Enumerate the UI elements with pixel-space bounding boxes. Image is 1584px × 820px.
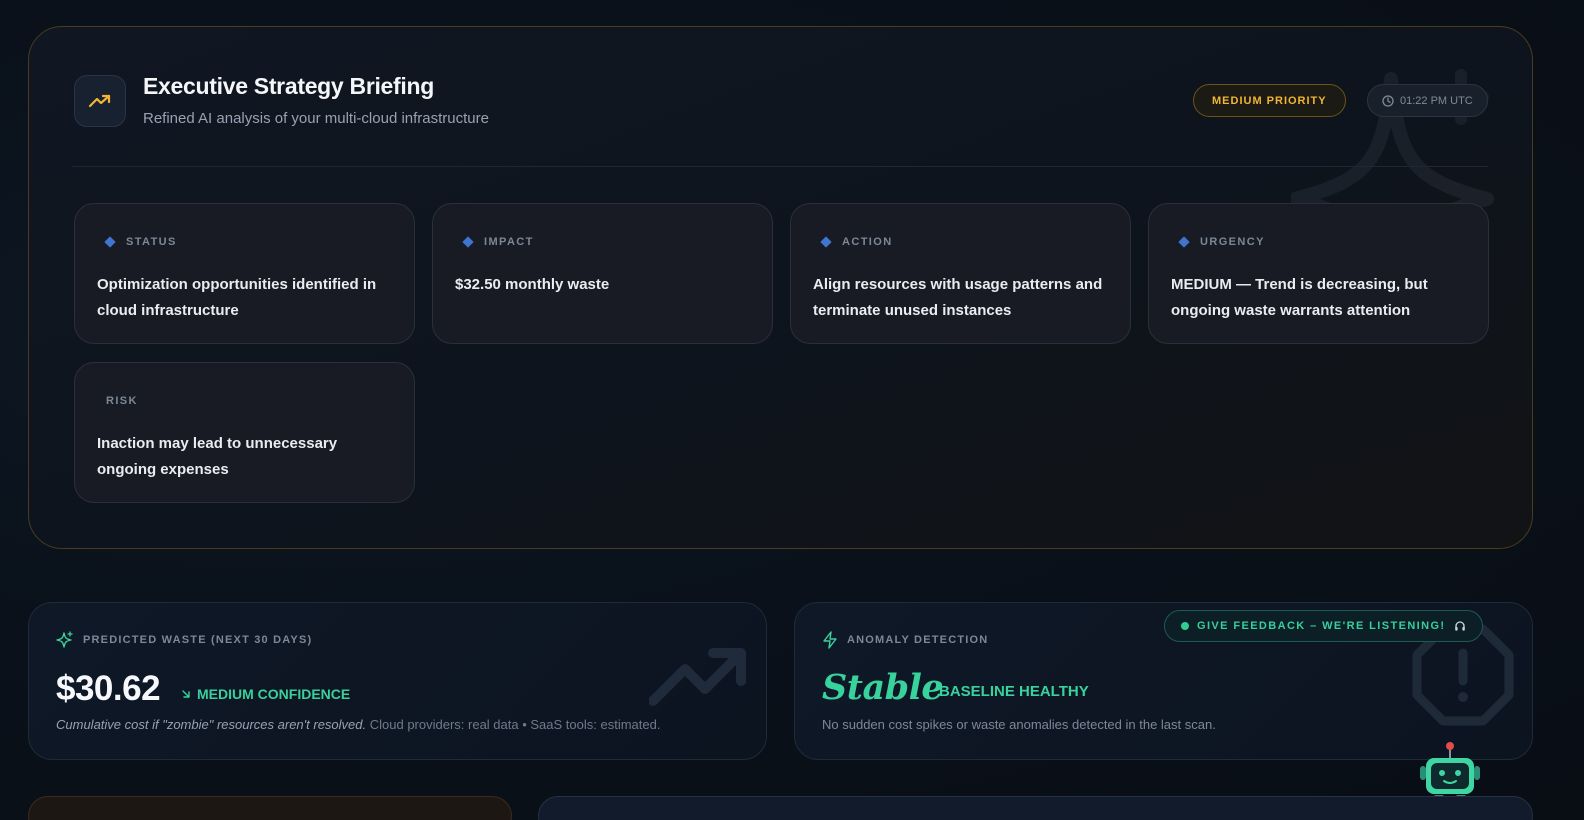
card-text: $32.50 monthly waste xyxy=(455,276,610,293)
waste-note: Cumulative cost if "zombie" resources ar… xyxy=(56,717,660,732)
headphones-icon xyxy=(1454,621,1465,631)
baseline-status: BASELINE HEALTHY xyxy=(939,683,1089,700)
executive-briefing-panel: Executive Strategy Briefing Refined AI a… xyxy=(28,26,1533,549)
trending-up-icon xyxy=(74,75,126,127)
card-text: Inaction may lead to unnecessary ongoing… xyxy=(97,435,338,478)
diamond-icon xyxy=(1178,236,1190,248)
divider xyxy=(72,166,1488,167)
give-feedback-button[interactable]: GIVE FEEDBACK – WE'RE LISTENING! xyxy=(1164,610,1483,642)
impact-card: IMPACT $32.50 monthly waste xyxy=(432,203,773,344)
timestamp-text: 01:22 PM UTC xyxy=(1400,94,1473,107)
card-text: MEDIUM — Trend is decreasing, but ongoin… xyxy=(1171,276,1428,319)
status-card: STATUS Optimization opportunities identi… xyxy=(74,203,415,344)
feedback-label: GIVE FEEDBACK – WE'RE LISTENING! xyxy=(1197,620,1446,632)
trend-down-icon xyxy=(182,690,190,698)
status-dot xyxy=(1181,622,1189,630)
diamond-icon xyxy=(462,236,474,248)
waste-note-rest: Cloud providers: real data • SaaS tools:… xyxy=(369,717,661,732)
waste-note-emphasis: Cumulative cost if "zombie" resources ar… xyxy=(56,717,367,732)
diamond-icon xyxy=(820,236,832,248)
diamond-icon xyxy=(104,236,116,248)
card-label: URGENCY xyxy=(1200,236,1265,248)
predicted-waste-value: $30.62 xyxy=(56,669,161,708)
card-label: IMPACT xyxy=(484,236,534,248)
bottom-card-right xyxy=(538,796,1533,820)
confidence-label: MEDIUM CONFIDENCE xyxy=(197,686,351,702)
robot-icon[interactable] xyxy=(1418,740,1482,804)
anomaly-status: Stable xyxy=(822,667,944,708)
timestamp-badge: 01:22 PM UTC xyxy=(1367,84,1488,117)
page-subtitle: Refined AI analysis of your multi-cloud … xyxy=(143,110,489,127)
panel-label: PREDICTED WASTE (NEXT 30 DAYS) xyxy=(83,634,313,646)
card-label: ACTION xyxy=(842,236,893,248)
card-text: Optimization opportunities identified in… xyxy=(97,276,377,319)
trend-watermark-icon xyxy=(649,648,746,706)
urgency-card: URGENCY MEDIUM — Trend is decreasing, bu… xyxy=(1148,203,1489,344)
anomaly-note: No sudden cost spikes or waste anomalies… xyxy=(822,717,1216,732)
risk-card: RISK Inaction may lead to unnecessary on… xyxy=(74,362,415,503)
priority-badge: MEDIUM PRIORITY xyxy=(1193,84,1346,117)
predicted-waste-panel: PREDICTED WASTE (NEXT 30 DAYS) $30.62 ME… xyxy=(28,602,767,760)
card-label: STATUS xyxy=(126,236,177,248)
card-label: RISK xyxy=(106,395,138,407)
sparkles-icon xyxy=(56,631,73,648)
bolt-icon xyxy=(823,631,837,649)
action-card: ACTION Align resources with usage patter… xyxy=(790,203,1131,344)
clock-icon xyxy=(1382,94,1394,107)
page-title: Executive Strategy Briefing xyxy=(143,73,435,99)
bottom-card-left xyxy=(28,796,512,820)
card-text: Align resources with usage patterns and … xyxy=(813,276,1103,319)
panel-label: ANOMALY DETECTION xyxy=(847,634,989,646)
